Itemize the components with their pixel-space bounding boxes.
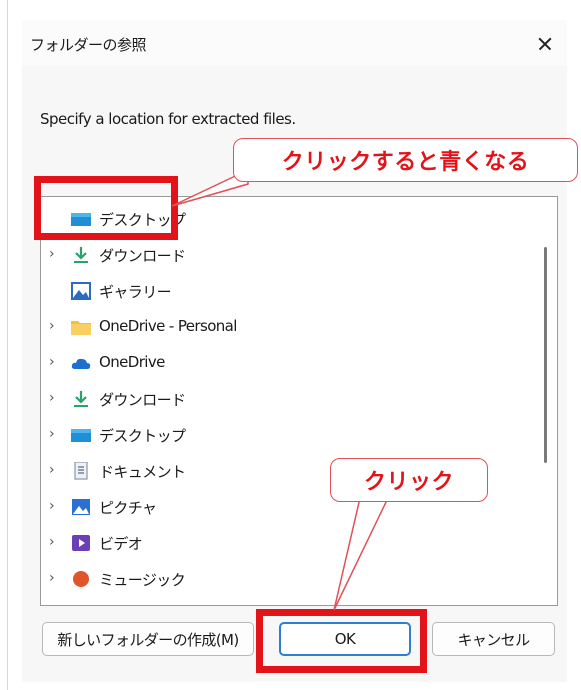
click-callout-text: クリック: [363, 470, 454, 495]
click-callout: クリック: [330, 458, 488, 502]
select-callout-text: クリックすると青くなる: [281, 150, 530, 175]
callout-pointers: [171, 168, 390, 611]
select-callout: クリックすると青くなる: [233, 138, 578, 182]
